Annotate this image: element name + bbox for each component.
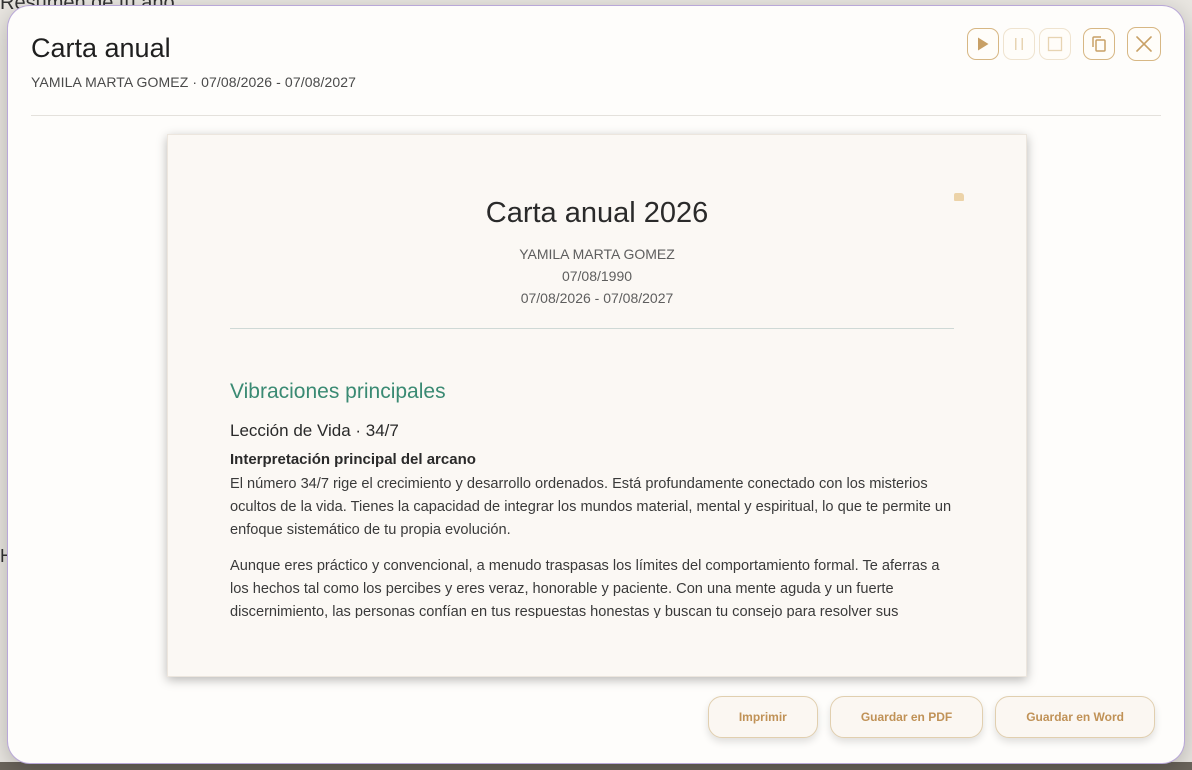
annual-letter-modal: Carta anual YAMILA MARTA GOMEZ · 07/08/2… (8, 6, 1184, 763)
document-birth-date: 07/08/1990 (561, 268, 633, 284)
copy-icon (1092, 36, 1106, 52)
modal-title: Carta anual (31, 33, 171, 63)
document-title: Carta anual 2026 (485, 197, 709, 229)
document-person-name: YAMILA MARTA GOMEZ (519, 246, 675, 262)
document-divider (230, 328, 954, 329)
pause-icon (1015, 38, 1023, 50)
stop-icon (1047, 36, 1063, 52)
print-button[interactable]: Imprimir (707, 696, 818, 738)
letter-document-preview[interactable]: Carta anual 2026 YAMILA MARTA GOMEZ 07/0… (167, 134, 1027, 677)
interpretation-heading: Interpretación principal del arcano (230, 451, 476, 468)
paragraph: Aunque eres práctico y convencional, a m… (230, 558, 940, 618)
document-period: 07/08/2026 - 07/08/2027 (520, 290, 674, 306)
section-title: Vibraciones principales (230, 380, 446, 403)
play-button[interactable] (967, 28, 999, 60)
background-strip (0, 762, 1192, 770)
stop-button[interactable] (1039, 28, 1071, 60)
save-word-button[interactable]: Guardar en Word (995, 696, 1155, 738)
modal-footer: Imprimir Guardar en PDF Guardar en Word (707, 696, 1155, 738)
pause-button[interactable] (1003, 28, 1035, 60)
subsection-title: Lección de Vida · 34/7 (230, 421, 399, 440)
modal-subtitle: YAMILA MARTA GOMEZ · 07/08/2026 - 07/08/… (31, 74, 357, 90)
modal-toolbar (967, 27, 1161, 61)
close-button[interactable] (1127, 27, 1161, 61)
paragraph: El número 34/7 rige el crecimiento y des… (230, 476, 952, 538)
document-meta: YAMILA MARTA GOMEZ 07/08/1990 07/08/2026… (168, 243, 1026, 309)
save-pdf-button[interactable]: Guardar en PDF (829, 696, 984, 738)
copy-button[interactable] (1083, 28, 1115, 60)
play-icon (978, 37, 989, 51)
document-body: Vibraciones principales Lección de Vida … (230, 380, 952, 618)
close-icon (1136, 36, 1152, 52)
header-divider (31, 115, 1161, 116)
